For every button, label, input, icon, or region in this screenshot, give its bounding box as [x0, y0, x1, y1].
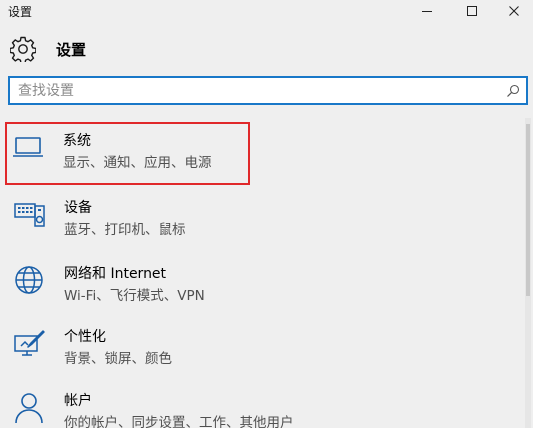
minimize-icon [422, 11, 432, 12]
gear-icon [10, 36, 36, 62]
laptop-icon [13, 137, 43, 157]
category-name: 帐户 [64, 393, 92, 409]
page-title: 设置 [56, 40, 87, 59]
settings-category-personalization[interactable]: 个性化 背景、锁屏、颜色 [8, 320, 518, 378]
scrollbar[interactable] [525, 118, 531, 428]
window-title: 设置 [8, 5, 33, 19]
close-icon [509, 6, 519, 16]
maximize-icon [467, 6, 477, 16]
category-description: 蓝牙、打印机、鼠标 [64, 222, 186, 238]
category-name: 网络和 Internet [64, 266, 167, 282]
category-name: 系统 [63, 133, 91, 149]
settings-category-accounts[interactable]: 帐户 你的帐户、同步设置、工作、其他用户 [8, 384, 518, 428]
search-input[interactable] [10, 78, 490, 103]
globe-icon [15, 266, 43, 294]
category-description: Wi-Fi、飞行模式、VPN [64, 288, 205, 304]
settings-category-network[interactable]: 网络和 Internet Wi-Fi、飞行模式、VPN [8, 257, 518, 315]
search-box[interactable] [8, 76, 528, 105]
devices-icon [14, 203, 45, 227]
category-name: 个性化 [64, 329, 106, 345]
category-description: 你的帐户、同步设置、工作、其他用户 [64, 415, 294, 428]
category-description: 显示、通知、应用、电源 [63, 155, 212, 171]
category-description: 背景、锁屏、颜色 [64, 351, 172, 367]
settings-category-system[interactable]: 系统 显示、通知、应用、电源 [5, 122, 250, 185]
maximize-button[interactable] [455, 0, 489, 22]
close-button[interactable] [497, 0, 531, 22]
personalization-icon [14, 330, 45, 356]
settings-category-devices[interactable]: 设备 蓝牙、打印机、鼠标 [8, 191, 518, 249]
title-bar[interactable]: 设置 [0, 0, 533, 22]
search-icon[interactable] [506, 84, 520, 98]
category-name: 设备 [64, 200, 92, 216]
scrollbar-thumb[interactable] [526, 124, 530, 296]
settings-window: 设置 设置 查找设置 系统 显示、通知、应用、电源 设备 蓝牙、打印机、鼠标 网… [0, 0, 533, 428]
page-header: 设置 [10, 36, 86, 62]
person-icon [15, 393, 43, 424]
minimize-button[interactable] [410, 0, 444, 22]
